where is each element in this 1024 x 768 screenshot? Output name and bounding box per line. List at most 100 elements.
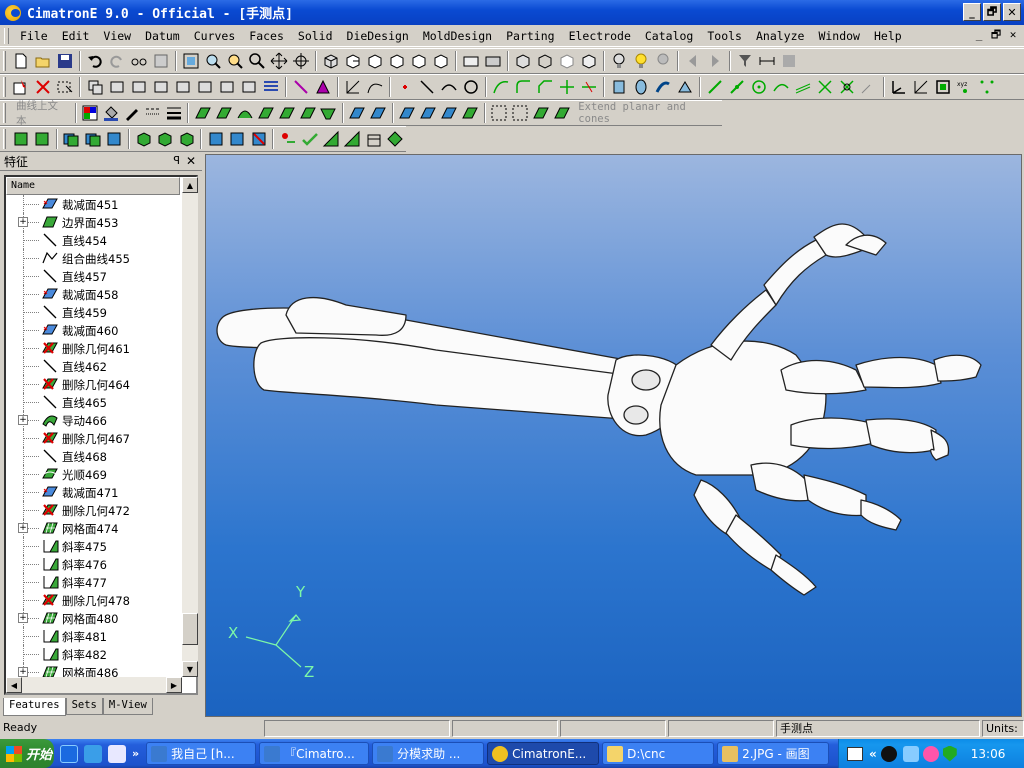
glasses-icon[interactable] [129,51,149,71]
tree-item[interactable]: 删除几何467 [6,429,180,447]
expand-icon[interactable]: + [18,613,28,623]
menu-parting[interactable]: Parting [499,26,561,46]
expand-icon[interactable]: + [18,523,28,533]
solid-remove-icon[interactable] [249,129,268,149]
curve-project-icon[interactable] [771,77,791,97]
quick-launch-more[interactable]: » [132,747,139,760]
curvature-icon[interactable] [343,129,362,149]
face-draft-icon[interactable] [531,103,550,123]
combine-icon[interactable] [313,77,333,97]
tree-item[interactable]: 裁减面471 [6,483,180,501]
radius-head[interactable] [285,296,407,336]
messenger-icon[interactable] [922,745,939,762]
align-icon[interactable] [239,77,259,97]
view-bottom-icon[interactable] [431,51,451,71]
rotate-icon[interactable] [291,51,311,71]
tree-scroll-thumb[interactable] [182,613,198,645]
break-icon[interactable] [579,77,599,97]
line-style-icon[interactable] [143,103,162,123]
graphics-viewport[interactable]: Y X Z [205,154,1022,717]
quick-launch-icon[interactable] [84,744,102,763]
arc-icon[interactable] [439,77,459,97]
tree-item[interactable]: 直线468 [6,447,180,465]
tree-item[interactable]: 斜率475 [6,537,180,555]
security-shield-icon[interactable] [942,745,957,762]
solid-subtract-icon[interactable] [83,129,102,149]
expand-icon[interactable]: + [18,415,28,425]
solid-intersect-icon[interactable] [105,129,124,149]
doc-close-button[interactable]: ✕ [1006,27,1020,43]
task-button-3[interactable]: 分模求助 ... [372,742,485,765]
menu-view[interactable]: View [96,26,138,46]
undo-icon[interactable] [85,51,105,71]
tree-item[interactable]: 直线462 [6,357,180,375]
tree-item[interactable]: + 网格面474 [6,519,180,537]
point-grid-icon[interactable] [977,77,997,97]
tree-item[interactable]: 斜率482 [6,645,180,663]
datum-plane-icon[interactable] [911,77,931,97]
keyboard-icon[interactable] [847,746,863,761]
view-side-icon[interactable] [387,51,407,71]
close-button[interactable]: ✕ [1003,3,1021,21]
section-icon[interactable] [364,129,383,149]
fillet-icon[interactable] [513,77,533,97]
offset-curve-icon[interactable] [793,77,813,97]
tab-features[interactable]: Features [3,698,66,716]
line-point-icon[interactable] [727,77,747,97]
menu-file[interactable]: File [13,26,55,46]
tree-item[interactable]: 删除几何478 [6,591,180,609]
zoom-icon[interactable] [247,51,267,71]
qq-icon[interactable] [880,745,897,762]
hidden-line-icon[interactable] [557,51,577,71]
little-distal[interactable] [770,554,817,596]
middle-proximal[interactable] [790,417,875,450]
menu-analyze[interactable]: Analyze [749,26,811,46]
light-on-icon[interactable] [631,51,651,71]
task-button-1[interactable]: 我自己 [h... [146,742,257,765]
sketch-icon[interactable] [343,77,363,97]
tree-column-header[interactable]: Name [6,177,180,195]
middle-middle[interactable] [865,418,937,454]
tree-item[interactable]: 删除几何461 [6,339,180,357]
datum-box-icon[interactable] [933,77,953,97]
zoom-window-icon[interactable] [181,51,201,71]
menu-catalog[interactable]: Catalog [638,26,700,46]
view-top-icon[interactable] [365,51,385,71]
face-heal-icon[interactable] [552,103,571,123]
arrow-left-icon[interactable] [683,51,703,71]
tree-item[interactable]: 裁减面458 [6,285,180,303]
point-icon[interactable] [395,77,415,97]
tab-m-view[interactable]: M-View [102,698,153,715]
network-icon[interactable] [902,745,919,762]
solid-split-icon[interactable] [228,129,247,149]
task-button-cimatron[interactable]: CimatronE... [487,742,600,765]
settings-icon[interactable] [779,51,799,71]
extrude-icon[interactable] [609,77,629,97]
task-button-explorer[interactable]: D:\cnc [602,742,715,765]
display-mode-icon[interactable] [483,51,503,71]
ring-middle[interactable] [803,474,867,517]
expand-icon[interactable]: + [18,217,28,227]
scroll-down-icon[interactable]: ▼ [182,661,198,677]
curve-icon[interactable] [365,77,385,97]
redo-icon[interactable] [107,51,127,71]
menu-edit[interactable]: Edit [55,26,97,46]
extend-face-icon[interactable] [461,103,480,123]
surface-revolve-icon[interactable] [214,103,233,123]
verify-icon[interactable] [385,129,404,149]
little-middle[interactable] [725,514,782,571]
split-icon[interactable] [291,77,311,97]
cimatron-app-icon[interactable] [5,4,21,21]
filter-icon[interactable] [735,51,755,71]
tab-sets[interactable]: Sets [65,698,103,715]
menu-solid[interactable]: Solid [291,26,340,46]
doc-minimize-button[interactable]: _ [972,27,986,43]
trim-face-icon[interactable] [369,103,388,123]
tree-item[interactable]: 直线454 [6,231,180,249]
offset-face-icon[interactable] [398,103,417,123]
xyz-icon[interactable]: xyz [955,77,975,97]
menu-diedesign[interactable]: DieDesign [340,26,416,46]
new-file-icon[interactable] [11,51,31,71]
shading-icon[interactable] [513,51,533,71]
index-proximal[interactable] [780,359,867,395]
